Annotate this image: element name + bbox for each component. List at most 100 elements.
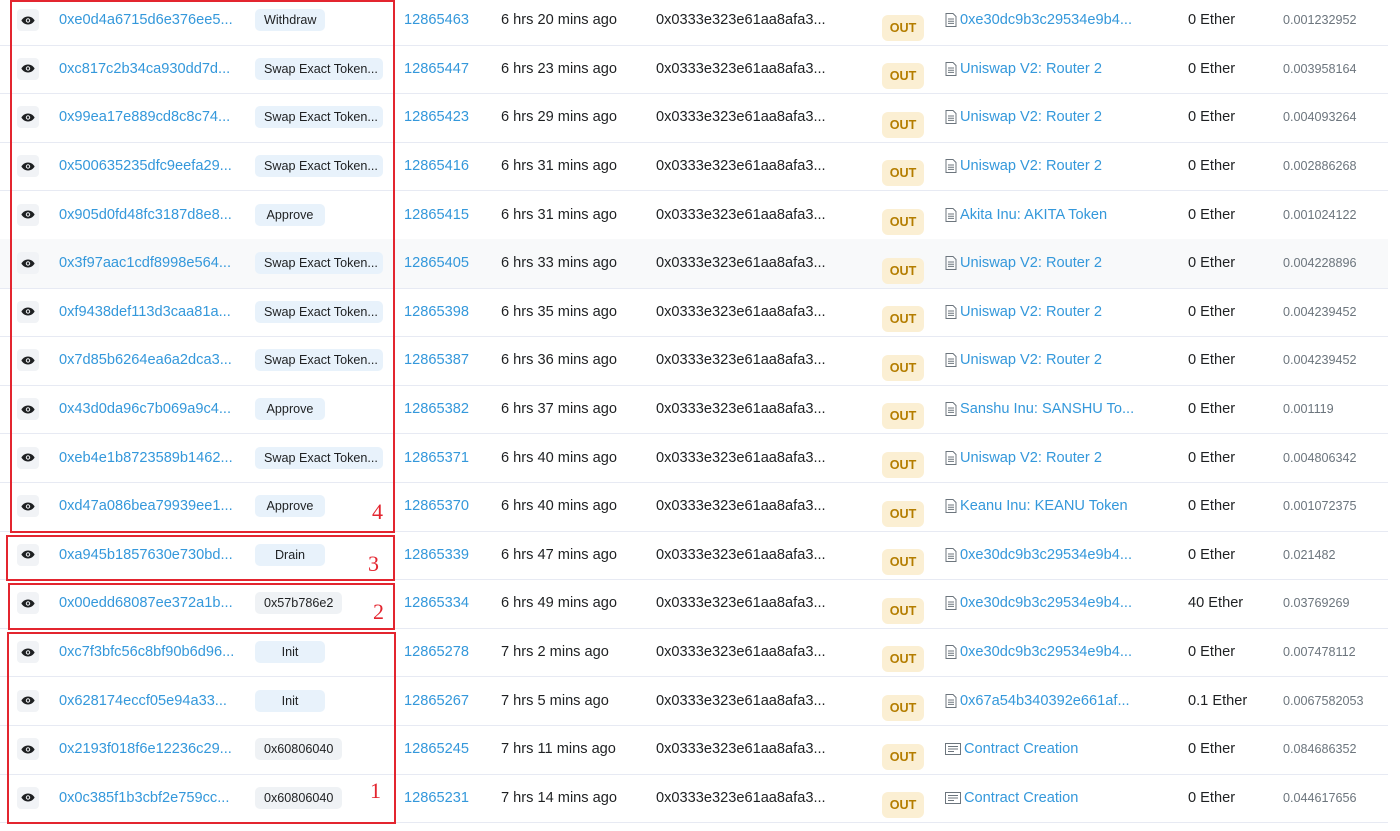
from-address[interactable]: 0x0333e323e61aa8afa3...: [656, 741, 826, 757]
from-address[interactable]: 0x0333e323e61aa8afa3...: [656, 12, 826, 28]
from-address[interactable]: 0x0333e323e61aa8afa3...: [656, 61, 826, 77]
from-address[interactable]: 0x0333e323e61aa8afa3...: [656, 352, 826, 368]
block-link[interactable]: 12865447: [404, 61, 469, 77]
contract-file-icon: [945, 256, 957, 271]
tx-hash-link[interactable]: 0x628174eccf05e94a33...: [59, 693, 227, 709]
block-link[interactable]: 12865334: [404, 595, 469, 611]
value-text: 0 Ether: [1188, 109, 1236, 126]
view-details-button[interactable]: [17, 300, 39, 323]
view-details-button[interactable]: [17, 349, 39, 372]
view-details-button[interactable]: [17, 786, 39, 809]
value-text: 0 Ether: [1188, 303, 1236, 320]
direction-badge: OUT: [882, 500, 924, 527]
to-address-link[interactable]: Uniswap V2: Router 2: [960, 158, 1102, 174]
tx-hash-link[interactable]: 0x99ea17e889cd8c8c74...: [59, 109, 230, 125]
block-link[interactable]: 12865231: [404, 790, 469, 806]
to-address: Uniswap V2: Router 2: [945, 450, 1102, 466]
to-address-link[interactable]: Uniswap V2: Router 2: [960, 352, 1102, 368]
tx-hash-link[interactable]: 0xc817c2b34ca930dd7d...: [59, 61, 230, 77]
from-address[interactable]: 0x0333e323e61aa8afa3...: [656, 547, 826, 563]
view-details-button[interactable]: [17, 641, 39, 664]
from-address[interactable]: 0x0333e323e61aa8afa3...: [656, 304, 826, 320]
block-link[interactable]: 12865371: [404, 450, 469, 466]
table-row: 0xd47a086bea79939ee1... Approve 12865370 6 …: [0, 482, 1388, 532]
method-badge: Approve: [255, 398, 325, 421]
view-details-button[interactable]: [17, 495, 39, 518]
tx-hash-link[interactable]: 0xeb4e1b8723589b1462...: [59, 450, 233, 466]
tx-hash-link[interactable]: 0x7d85b6264ea6a2dca3...: [59, 352, 232, 368]
contract-file-icon: [945, 499, 957, 514]
block-link[interactable]: 12865423: [404, 109, 469, 125]
annotation-number: 2: [373, 598, 384, 624]
block-link[interactable]: 12865415: [404, 207, 469, 223]
view-details-button[interactable]: [17, 57, 39, 80]
from-address[interactable]: 0x0333e323e61aa8afa3...: [656, 790, 826, 806]
from-address[interactable]: 0x0333e323e61aa8afa3...: [656, 498, 826, 514]
eye-icon: [21, 405, 35, 414]
view-details-button[interactable]: [17, 155, 39, 178]
block-link[interactable]: 12865387: [404, 352, 469, 368]
to-address-link[interactable]: Contract Creation: [964, 790, 1078, 806]
block-link[interactable]: 12865267: [404, 693, 469, 709]
to-address-link[interactable]: Akita Inu: AKITA Token: [960, 207, 1107, 223]
tx-hash-link[interactable]: 0x0c385f1b3cbf2e759cc...: [59, 790, 229, 806]
view-details-button[interactable]: [17, 543, 39, 566]
to-address-link[interactable]: 0x67a54b340392e661af...: [960, 693, 1130, 709]
eye-icon: [21, 745, 35, 754]
tx-hash-link[interactable]: 0xa945b1857630e730bd...: [59, 547, 233, 563]
to-address-link[interactable]: Uniswap V2: Router 2: [960, 304, 1102, 320]
tx-hash-link[interactable]: 0x500635235dfc9eefa29...: [59, 158, 232, 174]
from-address[interactable]: 0x0333e323e61aa8afa3...: [656, 207, 826, 223]
block-link[interactable]: 12865245: [404, 741, 469, 757]
from-address[interactable]: 0x0333e323e61aa8afa3...: [656, 450, 826, 466]
block-link[interactable]: 12865463: [404, 12, 469, 28]
to-address-link[interactable]: 0xe30dc9b3c29534e9b4...: [960, 12, 1132, 28]
to-address-link[interactable]: Uniswap V2: Router 2: [960, 61, 1102, 77]
from-address[interactable]: 0x0333e323e61aa8afa3...: [656, 109, 826, 125]
tx-hash-link[interactable]: 0x3f97aac1cdf8998e564...: [59, 255, 231, 271]
to-address-link[interactable]: Contract Creation: [964, 741, 1078, 757]
view-details-button[interactable]: [17, 252, 39, 275]
tx-hash-link[interactable]: 0x43d0da96c7b069a9c4...: [59, 401, 231, 417]
to-address-link[interactable]: Keanu Inu: KEANU Token: [960, 498, 1128, 514]
view-details-button[interactable]: [17, 689, 39, 712]
to-address-link[interactable]: Uniswap V2: Router 2: [960, 109, 1102, 125]
from-address[interactable]: 0x0333e323e61aa8afa3...: [656, 595, 826, 611]
to-address-link[interactable]: Uniswap V2: Router 2: [960, 255, 1102, 271]
block-link[interactable]: 12865416: [404, 158, 469, 174]
from-address[interactable]: 0x0333e323e61aa8afa3...: [656, 158, 826, 174]
block-link[interactable]: 12865339: [404, 547, 469, 563]
txn-fee-text: 0.004806342: [1283, 450, 1357, 465]
tx-hash-link[interactable]: 0xd47a086bea79939ee1...: [59, 498, 233, 514]
view-details-button[interactable]: [17, 9, 39, 32]
block-link[interactable]: 12865278: [404, 644, 469, 660]
to-address-link[interactable]: Uniswap V2: Router 2: [960, 450, 1102, 466]
to-address-link[interactable]: 0xe30dc9b3c29534e9b4...: [960, 644, 1132, 660]
tx-hash-link[interactable]: 0x2193f018f6e12236c29...: [59, 741, 232, 757]
to-address-link[interactable]: Sanshu Inu: SANSHU To...: [960, 401, 1134, 417]
block-link[interactable]: 12865405: [404, 255, 469, 271]
age-text: 6 hrs 20 mins ago: [501, 12, 618, 29]
to-address: Contract Creation: [945, 741, 1078, 757]
view-details-button[interactable]: [17, 398, 39, 421]
from-address[interactable]: 0x0333e323e61aa8afa3...: [656, 644, 826, 660]
block-link[interactable]: 12865398: [404, 304, 469, 320]
from-address[interactable]: 0x0333e323e61aa8afa3...: [656, 255, 826, 271]
tx-hash-link[interactable]: 0xe0d4a6715d6e376ee5...: [59, 12, 233, 28]
tx-hash-link[interactable]: 0x905d0fd48fc3187d8e8...: [59, 207, 232, 223]
view-details-button[interactable]: [17, 592, 39, 615]
tx-hash-link[interactable]: 0x00edd68087ee372a1b...: [59, 595, 233, 611]
block-link[interactable]: 12865370: [404, 498, 469, 514]
view-details-button[interactable]: [17, 446, 39, 469]
tx-hash-link[interactable]: 0xf9438def113d3caa81a...: [59, 304, 231, 320]
block-link[interactable]: 12865382: [404, 401, 469, 417]
to-address-link[interactable]: 0xe30dc9b3c29534e9b4...: [960, 547, 1132, 563]
from-address[interactable]: 0x0333e323e61aa8afa3...: [656, 401, 826, 417]
view-details-button[interactable]: [17, 738, 39, 761]
view-details-button[interactable]: [17, 203, 39, 226]
view-details-button[interactable]: [17, 106, 39, 129]
from-address[interactable]: 0x0333e323e61aa8afa3...: [656, 693, 826, 709]
to-address-link[interactable]: 0xe30dc9b3c29534e9b4...: [960, 595, 1132, 611]
table-row: 0xa945b1857630e730bd... Drain 12865339 6 hr…: [0, 531, 1388, 581]
tx-hash-link[interactable]: 0xc7f3bfc56c8bf90b6d96...: [59, 644, 234, 660]
